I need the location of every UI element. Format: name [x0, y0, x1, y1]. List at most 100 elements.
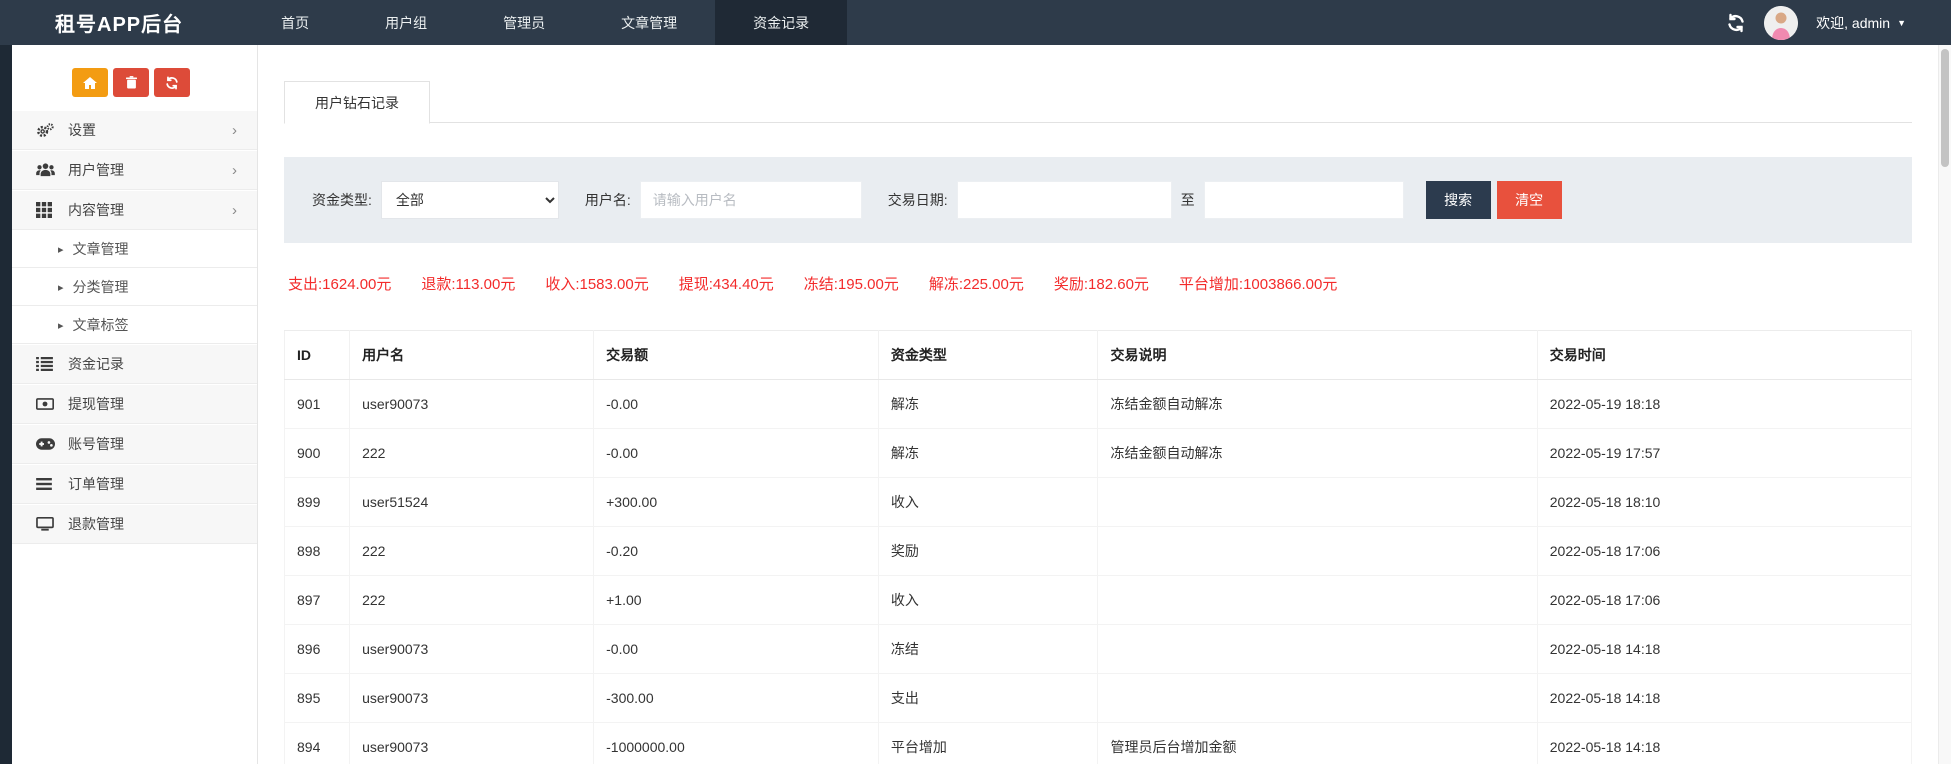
- col-amount: 交易额: [594, 331, 879, 380]
- stat-frozen: 冻结:195.00元: [804, 273, 899, 294]
- gamepad-icon: [36, 438, 68, 450]
- sidebar-item-label: 内容管理: [68, 200, 124, 220]
- triangle-right-icon: ▸: [58, 243, 64, 256]
- navbar-right: 欢迎, admin ▼: [1726, 0, 1951, 45]
- nav-item-home[interactable]: 首页: [243, 0, 347, 45]
- sidebar-item-account-mgmt[interactable]: 账号管理: [12, 424, 257, 464]
- stat-reward: 奖励:182.60元: [1054, 273, 1149, 294]
- table-row: 894user90073-1000000.00平台增加管理员后台增加金额2022…: [285, 723, 1912, 764]
- table-row: 898222-0.20奖励2022-05-18 17:06: [285, 527, 1912, 576]
- filter-bar: 资金类型: 全部 用户名: 交易日期: 至 搜索 清空: [284, 157, 1912, 243]
- col-id: ID: [285, 331, 350, 380]
- money-icon: [36, 398, 68, 410]
- refresh-button[interactable]: [154, 68, 190, 97]
- top-navbar: 租号APP后台 首页 用户组 管理员 文章管理 资金记录: [0, 0, 1951, 45]
- records-table: ID 用户名 交易额 资金类型 交易说明 交易时间 901user90073-0…: [284, 330, 1912, 764]
- main-content: 用户钻石记录 资金类型: 全部 用户名: 交易日期: 至 搜索 清空 支出:16…: [258, 45, 1938, 764]
- sidebar-item-settings[interactable]: 设置 ›: [12, 110, 257, 150]
- sidebar-menu: 设置 › 用户管理 ›: [12, 110, 257, 544]
- sidebar-item-refund-mgmt[interactable]: 退款管理: [12, 504, 257, 544]
- stat-refund: 退款:113.00元: [421, 273, 515, 294]
- fund-type-label: 资金类型:: [312, 190, 372, 210]
- triangle-right-icon: ▸: [58, 281, 64, 294]
- stat-unfrozen: 解冻:225.00元: [929, 273, 1024, 294]
- sidebar-item-label: 退款管理: [68, 514, 124, 534]
- stats-summary: 支出:1624.00元 退款:113.00元 收入:1583.00元 提现:43…: [288, 273, 1912, 294]
- sidebar-item-label: 用户管理: [68, 160, 124, 180]
- sidebar-item-content-mgmt[interactable]: 内容管理 ›: [12, 190, 257, 230]
- col-desc: 交易说明: [1098, 331, 1537, 380]
- scrollbar-thumb[interactable]: [1941, 49, 1949, 167]
- sidebar-item-article-tags[interactable]: ▸ 文章标签: [12, 306, 257, 344]
- stat-platform-add: 平台增加:1003866.00元: [1179, 273, 1337, 294]
- sidebar-item-label: 文章管理: [73, 239, 129, 259]
- col-time: 交易时间: [1537, 331, 1911, 380]
- bars-icon: [36, 478, 68, 490]
- sidebar-item-label: 提现管理: [68, 394, 124, 414]
- sidebar-item-label: 文章标签: [73, 315, 129, 335]
- sidebar-item-withdraw-mgmt[interactable]: 提现管理: [12, 384, 257, 424]
- stat-withdraw: 提现:434.40元: [679, 273, 774, 294]
- table-row: 895user90073-300.00支出2022-05-18 14:18: [285, 674, 1912, 723]
- sidebar-item-category-mgmt[interactable]: ▸ 分类管理: [12, 268, 257, 306]
- sidebar-actions: [12, 45, 257, 110]
- date-start-input[interactable]: [957, 181, 1172, 219]
- date-to-label: 至: [1181, 190, 1195, 210]
- caret-down-icon: ▼: [1897, 18, 1906, 28]
- vertical-scrollbar[interactable]: [1938, 45, 1951, 764]
- username-input[interactable]: [640, 181, 862, 219]
- table-row: 896user90073-0.00冻结2022-05-18 14:18: [285, 625, 1912, 674]
- trade-date-label: 交易日期:: [888, 190, 948, 210]
- welcome-label: 欢迎, admin: [1816, 13, 1890, 33]
- chevron-right-icon: ›: [232, 122, 237, 139]
- sidebar: 设置 › 用户管理 ›: [12, 45, 258, 764]
- trash-icon: [126, 76, 137, 89]
- nav-item-user-group[interactable]: 用户组: [347, 0, 465, 45]
- app-brand: 租号APP后台: [0, 0, 243, 45]
- search-button[interactable]: 搜索: [1426, 181, 1491, 219]
- tab-bar: 用户钻石记录: [284, 80, 1912, 123]
- sidebar-item-label: 账号管理: [68, 434, 124, 454]
- sidebar-item-label: 订单管理: [68, 474, 124, 494]
- left-edge-strip: [0, 45, 12, 764]
- stat-expense: 支出:1624.00元: [288, 273, 391, 294]
- fund-type-select[interactable]: 全部: [381, 181, 559, 219]
- gears-icon: [36, 123, 68, 138]
- list-icon: [36, 357, 68, 371]
- sidebar-item-fund-records[interactable]: 资金记录: [12, 344, 257, 384]
- sidebar-item-label: 资金记录: [68, 354, 124, 374]
- app-window: 租号APP后台 首页 用户组 管理员 文章管理 资金记录: [0, 0, 1951, 764]
- welcome-user[interactable]: 欢迎, admin ▼: [1816, 13, 1906, 33]
- table-header-row: ID 用户名 交易额 资金类型 交易说明 交易时间: [285, 331, 1912, 380]
- chevron-right-icon: ›: [232, 162, 237, 179]
- sidebar-item-label: 分类管理: [73, 277, 129, 297]
- home-button[interactable]: [72, 68, 108, 97]
- nav-item-admin[interactable]: 管理员: [465, 0, 583, 45]
- table-row: 900222-0.00解冻冻结金额自动解冻2022-05-19 17:57: [285, 429, 1912, 478]
- nav-item-funds[interactable]: 资金记录: [715, 0, 847, 45]
- tab-user-diamond-records[interactable]: 用户钻石记录: [284, 81, 430, 124]
- username-label: 用户名:: [585, 190, 631, 210]
- col-user: 用户名: [350, 331, 594, 380]
- sidebar-item-order-mgmt[interactable]: 订单管理: [12, 464, 257, 504]
- grid-icon: [36, 202, 68, 218]
- col-type: 资金类型: [878, 331, 1098, 380]
- chevron-right-icon: ›: [232, 202, 237, 219]
- desktop-icon: [36, 517, 68, 531]
- refresh-icon[interactable]: [1726, 13, 1746, 33]
- trash-button[interactable]: [113, 68, 149, 97]
- clear-button[interactable]: 清空: [1497, 181, 1562, 219]
- table-row: 899user51524+300.00收入2022-05-18 18:10: [285, 478, 1912, 527]
- nav-item-article[interactable]: 文章管理: [583, 0, 715, 45]
- sidebar-item-article-mgmt[interactable]: ▸ 文章管理: [12, 230, 257, 268]
- stat-income: 收入:1583.00元: [545, 273, 648, 294]
- triangle-right-icon: ▸: [58, 319, 64, 332]
- users-icon: [36, 163, 68, 177]
- top-menu: 首页 用户组 管理员 文章管理 资金记录: [243, 0, 847, 45]
- date-end-input[interactable]: [1204, 181, 1404, 219]
- refresh-icon: [165, 76, 179, 90]
- avatar[interactable]: [1764, 6, 1798, 40]
- sidebar-item-user-mgmt[interactable]: 用户管理 ›: [12, 150, 257, 190]
- sidebar-item-label: 设置: [68, 120, 96, 140]
- table-row: 901user90073-0.00解冻冻结金额自动解冻2022-05-19 18…: [285, 380, 1912, 429]
